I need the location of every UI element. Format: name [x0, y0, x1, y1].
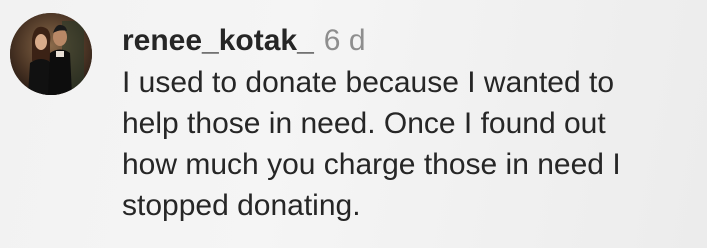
comment-text-line: how much you charge those in need I	[122, 148, 621, 181]
profile-photo-icon	[10, 13, 92, 95]
avatar[interactable]	[10, 13, 92, 95]
comment: renee_kotak_ 6 d I used to donate because…	[0, 0, 707, 248]
timestamp[interactable]: 6 d	[324, 24, 366, 57]
username-link[interactable]: renee_kotak_	[122, 24, 314, 57]
comment-text-line: I used to donate because I wanted to	[122, 66, 615, 99]
comment-text-line: help those in need. Once I found out	[122, 107, 606, 140]
comment-header: renee_kotak_ 6 d	[122, 22, 702, 60]
comment-text: I used to donate because I wanted to hel…	[122, 62, 702, 226]
comment-text-line: stopped donating.	[122, 189, 361, 222]
comment-body: renee_kotak_ 6 d I used to donate because…	[122, 22, 702, 226]
